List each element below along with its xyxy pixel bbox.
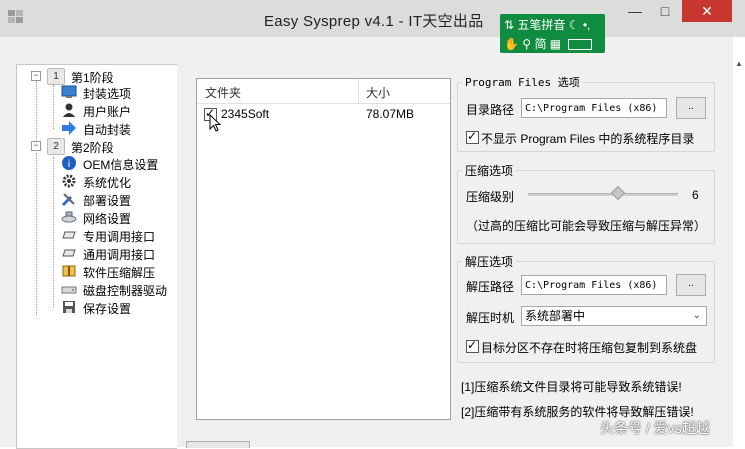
network-icon <box>61 209 77 225</box>
maximize-button[interactable]: □ <box>650 0 680 22</box>
tree-item-label: OEM信息设置 <box>83 158 159 172</box>
column-folder[interactable]: 文件夹 <box>205 84 241 101</box>
ime-punct-icon[interactable]: ☾ •, <box>569 18 591 32</box>
tree-item-label: 自动封装 <box>83 123 132 137</box>
stage-number-badge: 1 <box>47 68 65 85</box>
close-button[interactable]: ✕ <box>682 0 732 22</box>
copy-package-label: 目标分区不存在时将压缩包复制到系统盘 <box>481 341 698 355</box>
browse-decompress-button[interactable]: .. <box>676 274 706 296</box>
title-bar[interactable]: Easy Sysprep v4.1 - IT天空出品 — □ ✕ <box>0 0 745 37</box>
watermark: 头条号 / 爱vs超越 <box>600 420 710 436</box>
mouse-cursor-icon <box>209 114 222 132</box>
tools-icon <box>61 191 77 207</box>
column-size[interactable]: 大小 <box>366 84 390 101</box>
program-files-title: Program Files 选项 <box>462 74 583 90</box>
decompress-time-value: 系统部署中 <box>525 309 586 323</box>
ime-toolbar[interactable]: ⇅ 五笔拼音 ☾ •, ✋ ⚲ 简 ▦ <box>500 14 605 53</box>
port-icon <box>61 245 77 261</box>
tree-item-label: 部署设置 <box>83 194 132 208</box>
hide-pf-checkbox[interactable] <box>466 129 479 144</box>
app-window: Easy Sysprep v4.1 - IT天空出品 — □ ✕ ⇅ 五笔拼音 … <box>0 0 745 449</box>
tree-stage-label: 第2阶段 <box>71 141 114 155</box>
decompress-title: 解压选项 <box>462 253 517 270</box>
user-icon <box>61 102 77 118</box>
minimize-button[interactable]: — <box>620 0 650 22</box>
hide-pf-label: 不显示 Program Files 中的系统程序目录 <box>481 132 695 146</box>
list-row[interactable]: 2345Soft 78.07MB <box>197 105 450 125</box>
app-icon <box>8 10 24 24</box>
save-icon <box>61 299 77 315</box>
tree-item-label: 通用调用接口 <box>83 248 156 262</box>
tree-item-label: 保存设置 <box>83 302 132 316</box>
dir-path-label: 目录路径 <box>466 103 515 117</box>
ime-mode-label[interactable]: 五笔拼音 <box>517 18 565 32</box>
port-icon <box>61 227 77 243</box>
scroll-up-icon[interactable]: ▲ <box>735 59 743 68</box>
search-icon[interactable]: ⚲ <box>522 37 531 51</box>
decompress-path-label: 解压路径 <box>466 280 515 294</box>
info-icon: i <box>61 155 77 171</box>
list-header: 文件夹 大小 <box>197 79 450 104</box>
hand-icon[interactable]: ✋ <box>504 37 519 51</box>
collapse-icon[interactable]: − <box>31 141 41 151</box>
compress-level-value: 6 <box>692 188 699 202</box>
tree-item-label: 封装选项 <box>83 87 132 101</box>
tree-stage-label: 第1阶段 <box>71 71 114 85</box>
tree-item-label: 用户账户 <box>83 105 132 119</box>
browse-dir-button[interactable]: .. <box>676 97 706 119</box>
dir-path-field[interactable]: C:\Program Files (x86) <box>521 98 667 118</box>
folder-list[interactable]: 文件夹 大小 2345Soft 78.07MB <box>196 78 451 420</box>
drive-icon <box>61 281 77 297</box>
row-folder-name: 2345Soft <box>221 107 270 121</box>
monitor-icon <box>61 84 77 100</box>
column-divider[interactable] <box>358 79 359 103</box>
copy-package-checkbox[interactable] <box>466 338 479 353</box>
ime-simplified-label[interactable]: 简 <box>534 37 546 51</box>
window-title: Easy Sysprep v4.1 - IT天空出品 <box>264 13 484 30</box>
arrow-right-icon <box>61 120 77 136</box>
row-size: 78.07MB <box>366 107 415 121</box>
tree-item-label: 系统优化 <box>83 176 132 190</box>
decompress-path-field[interactable]: C:\Program Files (x86) <box>521 275 667 295</box>
tree-item-label: 专用调用接口 <box>83 230 156 244</box>
tree-item-label: 磁盘控制器驱动 <box>83 284 168 298</box>
tree-item-label: 网络设置 <box>83 212 132 226</box>
decompress-time-label: 解压时机 <box>466 311 515 325</box>
compress-note: （过高的压缩比可能会导致压缩与解压异常） <box>466 219 707 233</box>
gear-icon <box>61 173 77 189</box>
right-scrollbar[interactable]: ▲ <box>733 37 745 447</box>
warning-1: [1]压缩系统文件目录将可能导致系统错误! <box>461 380 682 394</box>
decompress-time-select[interactable]: 系统部署中 ⌄ <box>521 306 707 326</box>
keyboard-icon[interactable] <box>568 39 593 51</box>
nav-tree: − 1 第1阶段 封装选项 用户账户 自动封装 − 2 第2阶段 i OEM信息… <box>16 64 177 449</box>
compress-level-slider[interactable] <box>528 193 678 196</box>
chevron-down-icon: ⌄ <box>692 310 701 321</box>
collapse-icon[interactable]: − <box>31 71 41 81</box>
compress-title: 压缩选项 <box>462 162 517 179</box>
grid-icon[interactable]: ▦ <box>550 37 561 51</box>
archive-icon <box>61 263 77 279</box>
tree-item-label: 软件压缩解压 <box>83 264 156 281</box>
stage-number-badge: 2 <box>47 138 65 155</box>
svg-text:i: i <box>68 159 71 170</box>
ime-switch-icon[interactable]: ⇅ <box>504 18 514 32</box>
compress-level-label: 压缩级别 <box>466 190 515 204</box>
